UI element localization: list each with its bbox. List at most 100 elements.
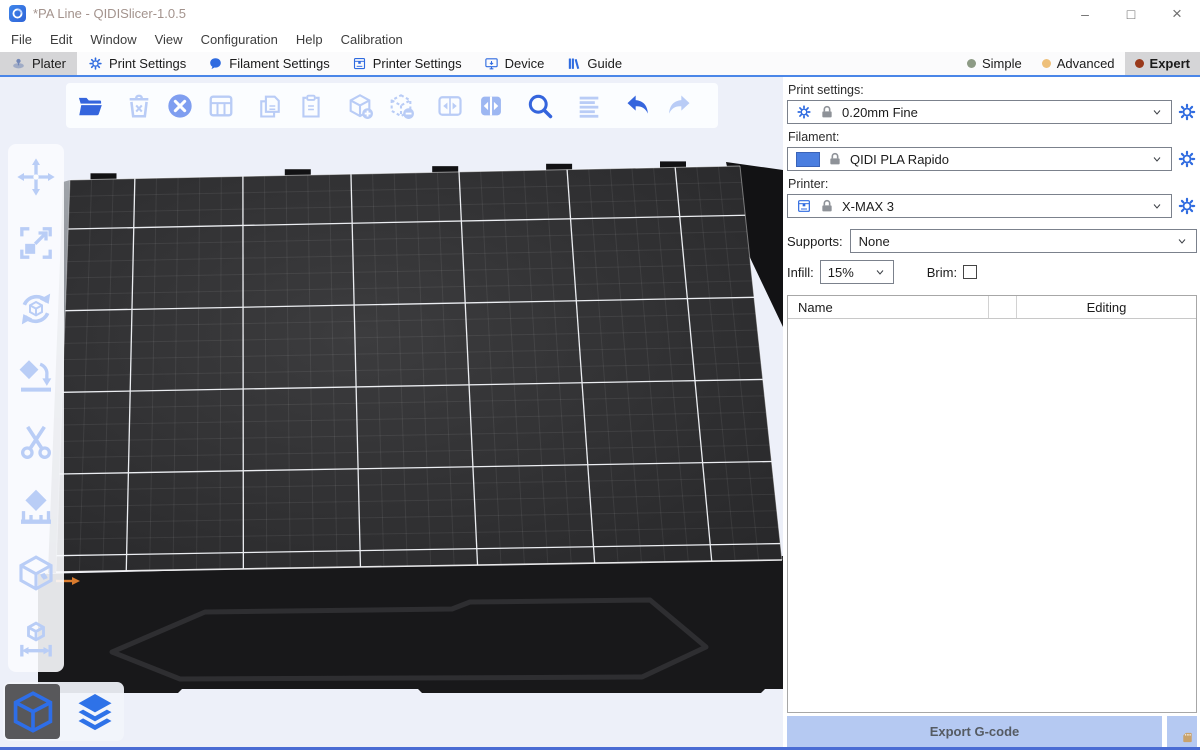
move-icon[interactable]	[16, 157, 56, 197]
seam-icon[interactable]	[16, 553, 56, 593]
scale-icon[interactable]	[16, 223, 56, 263]
printer-gear-button[interactable]	[1177, 196, 1197, 216]
column-name: Name	[788, 300, 988, 315]
tab-bar: Plater Print Settings Filament Settings …	[0, 52, 1200, 77]
gear-icon	[88, 56, 103, 71]
minimize-button[interactable]: –	[1062, 0, 1108, 27]
supports-label: Supports:	[787, 234, 843, 249]
brim-checkbox[interactable]	[963, 265, 977, 279]
view-toggle-group	[3, 682, 124, 741]
menu-edit[interactable]: Edit	[41, 27, 81, 52]
print-settings-select[interactable]: 0.20mm Fine	[787, 100, 1172, 124]
column-spacer	[988, 296, 1016, 318]
infill-value: 15%	[828, 265, 854, 280]
menu-view[interactable]: View	[146, 27, 192, 52]
tab-print-settings[interactable]: Print Settings	[77, 52, 197, 75]
tab-device[interactable]: Device	[473, 52, 556, 75]
menu-configuration[interactable]: Configuration	[192, 27, 287, 52]
gizmo-toolbar	[8, 144, 64, 672]
printer-icon	[796, 198, 812, 214]
advanced-mode-dot-icon	[1042, 59, 1051, 68]
infill-select[interactable]: 15%	[820, 260, 894, 284]
chevron-down-icon	[874, 266, 886, 278]
place-on-face-icon[interactable]	[16, 355, 56, 395]
close-button[interactable]: ×	[1154, 0, 1200, 27]
print-settings-gear-button[interactable]	[1177, 102, 1197, 122]
column-editing: Editing	[1016, 296, 1196, 318]
printer-value: X-MAX 3	[842, 199, 894, 214]
split-parts-icon[interactable]	[476, 91, 506, 121]
brim-label: Brim:	[927, 265, 957, 280]
add-instance-icon[interactable]	[345, 91, 375, 121]
filament-select[interactable]: QIDI PLA Rapido	[787, 147, 1172, 171]
tab-filament-settings[interactable]: Filament Settings	[197, 52, 340, 75]
mode-advanced[interactable]: Advanced	[1032, 52, 1125, 75]
search-icon[interactable]	[525, 91, 555, 121]
menu-calibration[interactable]: Calibration	[332, 27, 412, 52]
lock-icon	[819, 104, 835, 120]
filament-gear-button[interactable]	[1177, 149, 1197, 169]
sd-card-icon	[1181, 731, 1194, 744]
menu-file[interactable]: File	[2, 27, 41, 52]
app-logo-icon	[9, 5, 26, 22]
lock-icon	[827, 151, 843, 167]
printer-select[interactable]: X-MAX 3	[787, 194, 1172, 218]
tab-label: Device	[505, 56, 545, 71]
supports-select[interactable]: None	[850, 229, 1197, 253]
tab-guide[interactable]: Guide	[555, 52, 633, 75]
settings-sidebar: Print settings: 0.20mm Fine Filament: QI…	[783, 77, 1200, 750]
expert-mode-dot-icon	[1135, 59, 1144, 68]
preview-view-icon[interactable]	[67, 684, 122, 739]
open-folder-icon[interactable]	[75, 91, 105, 121]
mode-label: Simple	[982, 56, 1022, 71]
mode-label: Expert	[1150, 56, 1190, 71]
remove-instance-icon[interactable]	[386, 91, 416, 121]
gear-icon	[796, 104, 812, 120]
paint-supports-icon[interactable]	[16, 487, 56, 527]
mode-expert[interactable]: Expert	[1125, 52, 1200, 75]
variable-layer-height-icon[interactable]	[574, 91, 604, 121]
tab-label: Guide	[587, 56, 622, 71]
print-settings-value: 0.20mm Fine	[842, 105, 918, 120]
maximize-button[interactable]: □	[1108, 0, 1154, 27]
rotate-icon[interactable]	[16, 289, 56, 329]
menu-bar: File Edit Window View Configuration Help…	[0, 27, 1200, 52]
tab-plater[interactable]: Plater	[0, 52, 77, 75]
paste-icon[interactable]	[296, 91, 326, 121]
mode-switcher: Simple Advanced Expert	[957, 52, 1200, 75]
delete-all-icon[interactable]	[165, 91, 195, 121]
printer-icon	[352, 56, 367, 71]
undo-icon[interactable]	[623, 91, 653, 121]
filament-color-swatch	[796, 152, 820, 167]
object-list-body[interactable]	[788, 319, 1196, 712]
split-objects-icon[interactable]	[435, 91, 465, 121]
delete-icon[interactable]	[124, 91, 154, 121]
tab-printer-settings[interactable]: Printer Settings	[341, 52, 473, 75]
mode-simple[interactable]: Simple	[957, 52, 1032, 75]
menu-window[interactable]: Window	[81, 27, 145, 52]
viewport-3d[interactable]	[0, 77, 783, 750]
simple-mode-dot-icon	[967, 59, 976, 68]
tab-label: Plater	[32, 56, 66, 71]
copy-icon[interactable]	[255, 91, 285, 121]
printer-label: Printer:	[788, 177, 1197, 191]
plater-toolbar	[66, 83, 718, 128]
3d-editor-view-icon[interactable]	[5, 684, 60, 739]
app-window: *PA Line - QIDISlicer-1.0.5 – □ × File E…	[0, 0, 1200, 750]
redo-icon[interactable]	[664, 91, 694, 121]
chevron-down-icon	[1151, 106, 1163, 118]
cut-icon[interactable]	[16, 421, 56, 461]
arrange-icon[interactable]	[206, 91, 236, 121]
title-bar: *PA Line - QIDISlicer-1.0.5 – □ ×	[0, 0, 1200, 27]
infill-label: Infill:	[787, 265, 814, 280]
tab-label: Printer Settings	[373, 56, 462, 71]
plater-icon	[11, 56, 26, 71]
object-list-header: Name Editing	[788, 296, 1196, 319]
tab-label: Filament Settings	[229, 56, 329, 71]
export-gcode-button[interactable]: Export G-code	[787, 716, 1162, 747]
filament-label: Filament:	[788, 130, 1197, 144]
measure-icon[interactable]	[16, 619, 56, 659]
menu-help[interactable]: Help	[287, 27, 332, 52]
export-removable-button[interactable]	[1167, 716, 1197, 747]
tab-label: Print Settings	[109, 56, 186, 71]
